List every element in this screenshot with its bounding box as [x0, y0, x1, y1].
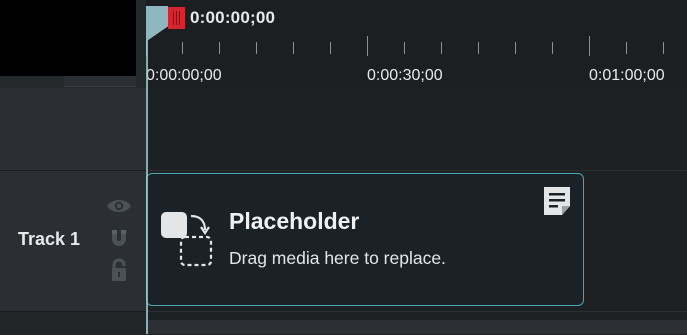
ruler-tick — [626, 42, 627, 54]
ruler-label: 0:00:30;00 — [367, 67, 443, 84]
preview-area — [0, 0, 136, 76]
ruler-tick — [256, 42, 257, 54]
corner-handle[interactable] — [64, 76, 136, 87]
ruler-tick — [441, 42, 442, 54]
clip-subtitle: Drag media here to replace. — [229, 248, 446, 268]
lock-icon[interactable] — [110, 258, 128, 282]
horizontal-scrollbar[interactable] — [146, 320, 687, 334]
ruler-tick — [663, 42, 664, 54]
note-icon[interactable] — [541, 184, 575, 218]
playhead-handle[interactable] — [146, 6, 168, 40]
track-name[interactable]: Track 1 — [18, 229, 80, 250]
ruler-tick — [367, 36, 368, 56]
placeholder-icon — [161, 212, 213, 267]
preview-corner — [0, 0, 146, 88]
clip-title: Placeholder — [229, 208, 360, 234]
ruler-label: 0:00:00;00 — [146, 67, 222, 84]
playhead-time: 0:00:00;00 — [190, 8, 276, 27]
ruler-tick — [552, 42, 553, 54]
playhead-marker[interactable] — [168, 7, 185, 29]
magnet-icon[interactable] — [108, 227, 130, 249]
playhead-line[interactable] — [146, 30, 148, 334]
track-lane-empty[interactable] — [148, 88, 687, 171]
ruler-tick — [404, 42, 405, 54]
track-header-empty[interactable] — [0, 88, 146, 171]
ruler-tick — [589, 36, 590, 56]
ruler-tick — [515, 42, 516, 54]
eye-icon[interactable] — [106, 197, 132, 215]
playhead-flag[interactable] — [146, 6, 168, 40]
track-header-bottom — [0, 311, 146, 335]
ruler-tick — [293, 42, 294, 54]
ruler-tick — [219, 42, 220, 54]
ruler-label: 0:01:00;00 — [589, 67, 665, 84]
ruler-tick — [182, 42, 183, 54]
ruler-tick — [478, 42, 479, 54]
ruler-tick — [330, 42, 331, 54]
